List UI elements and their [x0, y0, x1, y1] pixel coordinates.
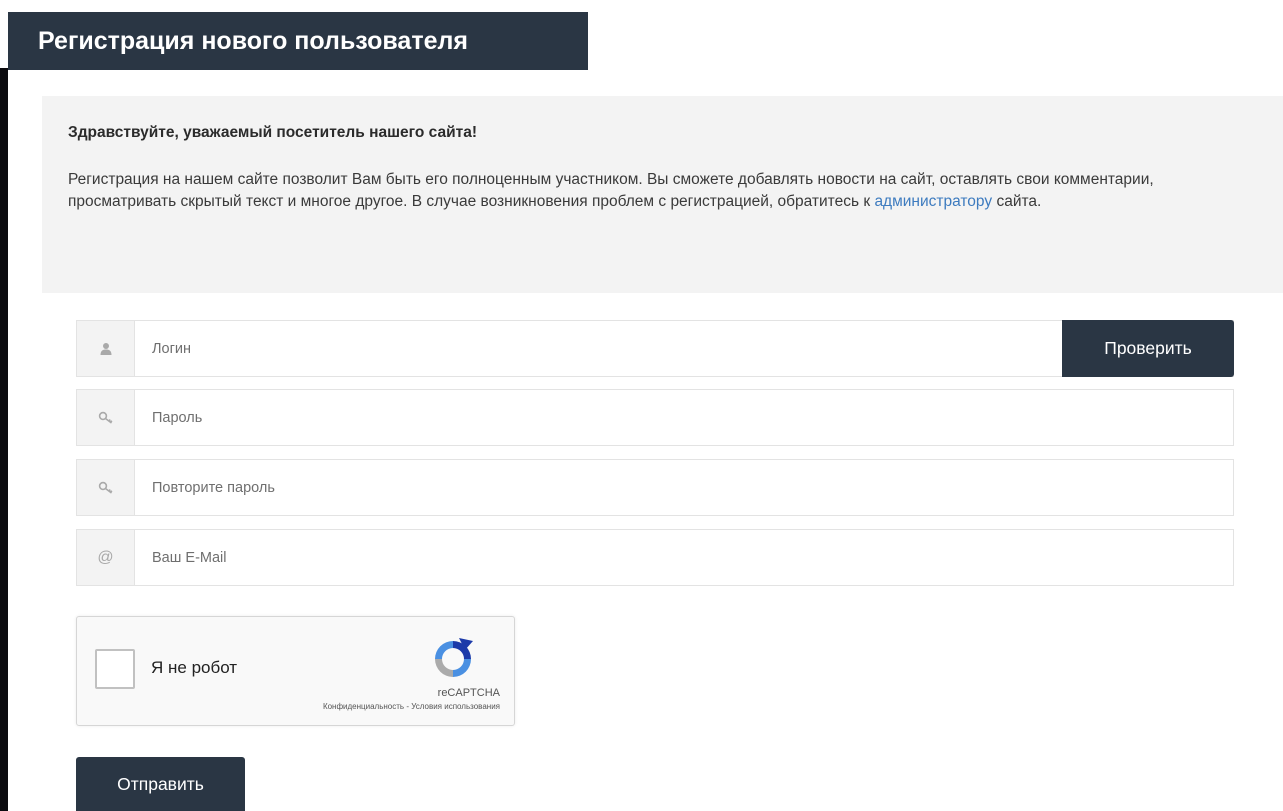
password-field [76, 389, 1234, 446]
email-field: @ [76, 529, 1234, 586]
submit-button[interactable]: Отправить [76, 757, 245, 811]
intro-panel: Здравствуйте, уважаемый посетитель нашег… [42, 96, 1283, 293]
recaptcha-links: Конфиденциальность - Условия использован… [300, 702, 500, 724]
at-icon: @ [77, 530, 135, 585]
left-border [0, 68, 8, 811]
password-repeat-field [76, 459, 1234, 516]
intro-text-after: сайта. [992, 193, 1042, 210]
recaptcha-logo-icon [435, 638, 473, 677]
login-input[interactable] [135, 321, 1062, 376]
intro-text: Регистрация на нашем сайте позволит Вам … [68, 169, 1248, 213]
user-icon [77, 321, 135, 376]
admin-link[interactable]: администратору [874, 193, 992, 210]
page-title: Регистрация нового пользователя [8, 12, 588, 70]
recaptcha-checkbox[interactable] [95, 649, 135, 689]
recaptcha-privacy-link[interactable]: Конфиденциальность [323, 702, 404, 711]
password-input[interactable] [135, 390, 1233, 445]
recaptcha-widget: Я не робот reCAPTCHA Конфиденциальность … [76, 616, 515, 726]
recaptcha-terms-link[interactable]: Условия использования [411, 702, 500, 711]
email-input[interactable] [135, 530, 1233, 585]
password-repeat-input[interactable] [135, 460, 1233, 515]
registration-page: Регистрация нового пользователя Здравств… [0, 0, 1283, 811]
intro-greeting: Здравствуйте, уважаемый посетитель нашег… [68, 124, 477, 141]
key-icon [77, 460, 135, 515]
key-icon [77, 390, 135, 445]
login-field: Проверить [76, 320, 1234, 377]
check-login-button[interactable]: Проверить [1062, 320, 1234, 377]
recaptcha-brand: reCAPTCHA [437, 687, 500, 699]
recaptcha-label: Я не робот [151, 658, 238, 677]
